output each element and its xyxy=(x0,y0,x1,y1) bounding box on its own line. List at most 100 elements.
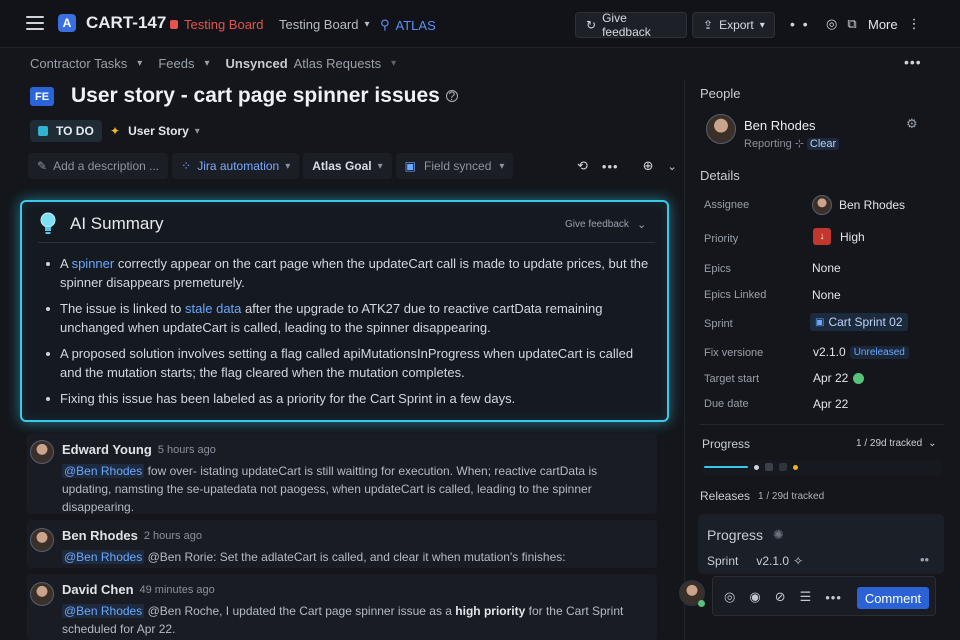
fix-version-field[interactable]: v2.1.0 Unreleased xyxy=(813,345,909,359)
crumb-contractor-tasks[interactable]: Contractor Tasks xyxy=(30,56,127,71)
lightbulb-icon xyxy=(40,212,56,234)
status-label: TO DO xyxy=(56,124,94,138)
automation-icon: ⁘ xyxy=(181,159,192,173)
crumb-unsynced[interactable]: Unsynced xyxy=(226,56,288,71)
more-actions-icon[interactable]: ••• xyxy=(904,54,922,70)
export-label: Export xyxy=(719,18,754,32)
priority-value: High xyxy=(840,229,865,244)
attach-icon[interactable]: ⊘ xyxy=(775,589,786,605)
dots-icon[interactable]: ••• xyxy=(602,159,619,174)
mention[interactable]: @Ben Rhodes xyxy=(62,604,145,618)
avatar[interactable] xyxy=(30,582,54,606)
issue-key[interactable]: CART-147 xyxy=(86,13,166,33)
field-synced-button[interactable]: ▣ Field synced ▾ xyxy=(395,153,514,179)
ai-summary-item: The issue is linked to stale data after … xyxy=(44,299,654,337)
status-dropdown[interactable]: TO DO xyxy=(30,120,102,142)
stale-data-link[interactable]: stale data xyxy=(185,301,241,316)
sprint-value: Cart Sprint 02 xyxy=(828,315,903,329)
jira-automation-button[interactable]: ⁘ Jira automation ▾ xyxy=(172,153,300,179)
comment-header: Ben Rhodes 2 hours ago xyxy=(62,528,202,543)
mention[interactable]: @Ben Rhodes xyxy=(62,464,145,478)
epics-value[interactable]: None xyxy=(812,261,841,275)
clear-button[interactable]: Clear xyxy=(806,137,840,150)
comment-author[interactable]: Ben Rhodes xyxy=(62,528,138,543)
add-description-button[interactable]: ✎ Add a description ... xyxy=(28,153,169,179)
assignee-value: Ben Rhodes xyxy=(839,198,906,212)
share-icon[interactable]: ⧉ xyxy=(847,16,856,32)
crumb-atlas-requests[interactable]: Atlas Requests xyxy=(294,56,381,71)
card-sprint-label: Sprint xyxy=(707,554,739,568)
sprint-field[interactable]: ▣ Cart Sprint 02 xyxy=(810,313,908,331)
chevron-down-icon: ▾ xyxy=(499,160,505,172)
export-button[interactable]: ⇪ Export ▾ xyxy=(692,12,775,38)
chevron-down-icon: ⌄ xyxy=(636,219,647,231)
progress-heading: Progress xyxy=(702,437,751,451)
target-start-field[interactable]: Apr 22 xyxy=(813,371,865,385)
board-label: Testing Board xyxy=(184,17,264,32)
settings-icon[interactable]: ⚙ xyxy=(906,116,918,132)
chevron-down-icon: ▾ xyxy=(137,58,143,69)
give-feedback-button[interactable]: ↻ Give feedback xyxy=(575,11,687,39)
progress-markers xyxy=(754,463,798,471)
comment-header: David Chen 49 minutes ago xyxy=(62,582,215,597)
progress-bar[interactable] xyxy=(704,466,748,468)
comment: David Chen 49 minutes ago @Ben Rhodes @B… xyxy=(27,574,657,640)
app-logo-icon[interactable]: A xyxy=(58,14,76,32)
feedback-icon: ↻ xyxy=(586,18,597,32)
export-icon: ⇪ xyxy=(703,18,714,32)
board-icon xyxy=(170,20,178,29)
comment-header: Edward Young 5 hours ago xyxy=(62,442,216,457)
board-link[interactable]: Testing Board xyxy=(170,17,264,32)
at-icon[interactable]: ◎ xyxy=(724,589,735,605)
dots-icon[interactable]: • • xyxy=(790,16,810,32)
epics-linked-value[interactable]: None xyxy=(812,288,841,302)
emoji-icon[interactable]: ◉ xyxy=(749,589,760,605)
board-select[interactable]: Testing Board ▾ xyxy=(279,17,370,32)
atlas-link[interactable]: ⚲ ATLAS xyxy=(380,17,436,33)
spinner-link[interactable]: spinner xyxy=(72,256,115,271)
atlas-goal-button[interactable]: Atlas Goal ▾ xyxy=(303,153,392,179)
target-start-value: Apr 22 xyxy=(813,371,849,385)
issue-title[interactable]: User story - cart page spinner issues xyxy=(71,84,440,108)
more-button[interactable]: More ⋮ xyxy=(868,16,921,32)
comment-time: 5 hours ago xyxy=(157,443,216,456)
ai-summary-title: AI Summary xyxy=(70,214,164,233)
mention[interactable]: @Ben Rhodes xyxy=(62,550,145,564)
download-icon[interactable]: ⊕ xyxy=(643,158,654,174)
menu-icon[interactable] xyxy=(26,16,44,30)
avatar[interactable] xyxy=(30,528,54,552)
jira-automation-label: Jira automation xyxy=(197,159,280,173)
due-date-value[interactable]: Apr 22 xyxy=(813,397,848,411)
card-more-icon[interactable]: •• xyxy=(920,552,929,567)
ai-summary-panel: AI Summary Give feedback ⌄ A spinner cor… xyxy=(20,200,669,422)
assignee-field[interactable]: Ben Rhodes xyxy=(812,195,905,215)
comment: Ben Rhodes 2 hours ago @Ben Rhodes @Ben … xyxy=(27,520,657,568)
ai-give-feedback-button[interactable]: Give feedback ⌄ xyxy=(565,218,646,231)
list-icon[interactable]: ☰ xyxy=(800,589,812,605)
help-icon[interactable]: ? xyxy=(445,89,458,103)
more-icon[interactable]: ••• xyxy=(825,590,842,605)
issue-type-dropdown[interactable]: ✦ User Story ▾ xyxy=(110,124,200,138)
watch-icon[interactable]: ◎ xyxy=(826,16,837,32)
avatar[interactable] xyxy=(30,440,54,464)
chevron-down-icon[interactable]: ⌄ xyxy=(667,160,676,173)
breadcrumb: Contractor Tasks ▾ Feeds ▾ Unsynced Atla… xyxy=(30,56,396,71)
priority-field[interactable]: ↓ High xyxy=(813,228,865,245)
avatar[interactable] xyxy=(706,114,736,144)
comment-button[interactable]: Comment xyxy=(857,587,929,609)
crumb-feeds[interactable]: Feeds xyxy=(158,56,194,71)
progress-card[interactable]: Progress ✺ Sprint v2.1.0 ✧ •• xyxy=(698,514,944,574)
releases-heading: Releases xyxy=(700,489,751,503)
progress-tracked[interactable]: 1 / 29d tracked ⌄ xyxy=(856,438,937,449)
comment-author[interactable]: Edward Young xyxy=(62,442,152,457)
card-header: Progress ✺ xyxy=(707,527,784,543)
chevron-down-icon: ▾ xyxy=(391,58,397,69)
divider xyxy=(700,424,944,425)
comment-author[interactable]: David Chen xyxy=(62,582,134,597)
sync-icon[interactable]: ⟲ xyxy=(577,158,588,174)
releases-tracked[interactable]: 1 / 29d tracked xyxy=(758,491,824,502)
atlas-goal-label: Atlas Goal xyxy=(312,159,372,173)
card-sprint-row: Sprint v2.1.0 ✧ xyxy=(707,554,803,568)
unreleased-badge: Unreleased xyxy=(849,345,909,359)
reporter-name[interactable]: Ben Rhodes xyxy=(744,118,816,133)
